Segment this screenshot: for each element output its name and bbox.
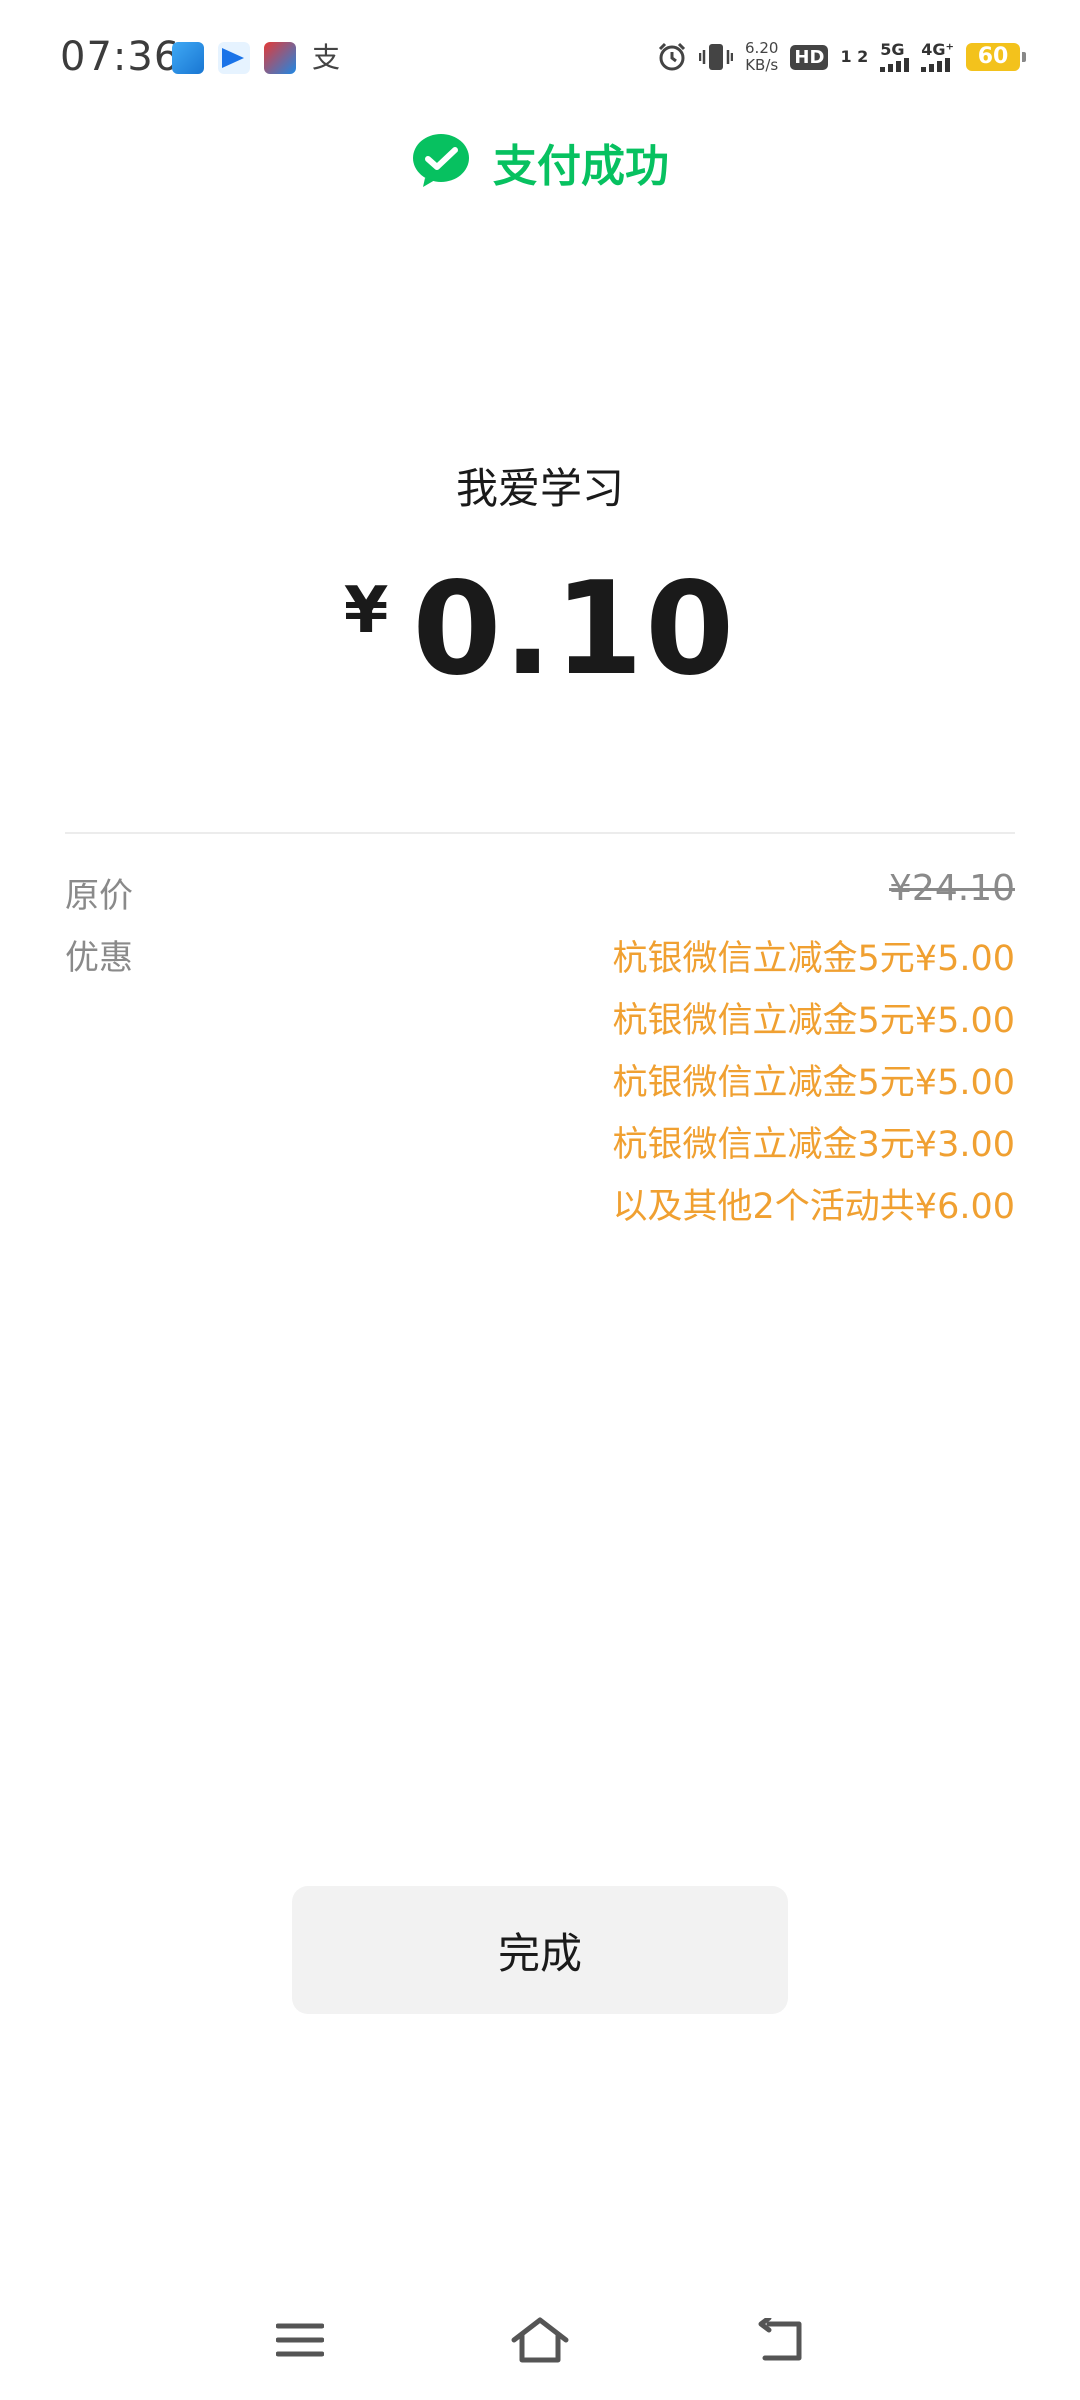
signal-5g-bars-icon: [880, 58, 910, 72]
wechat-pay-icon: [411, 132, 471, 192]
page-title: 支付成功: [493, 141, 669, 192]
paper-plane-icon: [218, 42, 250, 74]
back-icon[interactable]: [740, 2300, 820, 2380]
original-price-value: ¥24.10: [889, 868, 1015, 909]
sim-slots-label: 1 2: [840, 47, 869, 66]
payment-header: 支付成功: [0, 130, 1080, 194]
status-indicators: 6.20 KB/s HD 1 2 5G 4G⁺ 60: [657, 40, 1026, 74]
alarm-icon: [657, 42, 687, 72]
currency-symbol: ¥: [343, 574, 389, 648]
original-price-label: 原价: [65, 876, 133, 916]
net-speed-value: 6.20: [745, 39, 779, 57]
hd-badge: HD: [790, 44, 829, 70]
network-speed: 6.20 KB/s: [745, 40, 778, 74]
status-time: 07:36: [60, 34, 181, 80]
status-bar: 07:36 支 6.20 KB/s HD 1 2 5G 4G⁺ 60: [0, 0, 1080, 120]
discount-list: 杭银微信立减金5元¥5.00 杭银微信立减金5元¥5.00 杭银微信立减金5元¥…: [613, 928, 1015, 1238]
amount-value: 0.10: [412, 555, 737, 704]
signal-5g-label: 5G: [880, 40, 905, 59]
notification-icons: 支: [172, 42, 342, 74]
alipay-icon: 支: [311, 41, 340, 74]
sim-slots: 1 2: [840, 49, 868, 65]
divider: [65, 832, 1015, 834]
discount-item: 杭银微信立减金5元¥5.00: [612, 939, 1015, 979]
merchant-name: 我爱学习: [455, 464, 624, 513]
discount-item: 杭银微信立减金5元¥5.00: [612, 1063, 1015, 1103]
discount-item: 杭银微信立减金3元¥3.00: [612, 1125, 1015, 1165]
battery-icon: 60: [966, 43, 1026, 71]
payment-amount: ¥ 0.10: [0, 560, 1080, 700]
menu-icon[interactable]: [260, 2300, 340, 2380]
discount-item-more: 以及其他2个活动共¥6.00: [612, 1187, 1015, 1227]
discount-item: 杭银微信立减金5元¥5.00: [612, 1001, 1015, 1041]
home-icon[interactable]: [500, 2300, 580, 2380]
vibrate-icon: [699, 42, 734, 72]
signal-5g: 5G: [880, 40, 910, 72]
signal-4g-label: 4G⁺: [921, 40, 954, 59]
signal-4g-bars-icon: [921, 58, 951, 72]
system-nav-bar: [0, 2300, 1080, 2380]
app-icon-blue: [172, 42, 204, 74]
discount-label: 优惠: [65, 938, 133, 978]
net-speed-unit: KB/s: [745, 56, 779, 74]
done-button[interactable]: 完成: [292, 1886, 788, 2014]
signal-4g: 4G⁺: [921, 42, 954, 72]
game-icon: [264, 42, 296, 74]
